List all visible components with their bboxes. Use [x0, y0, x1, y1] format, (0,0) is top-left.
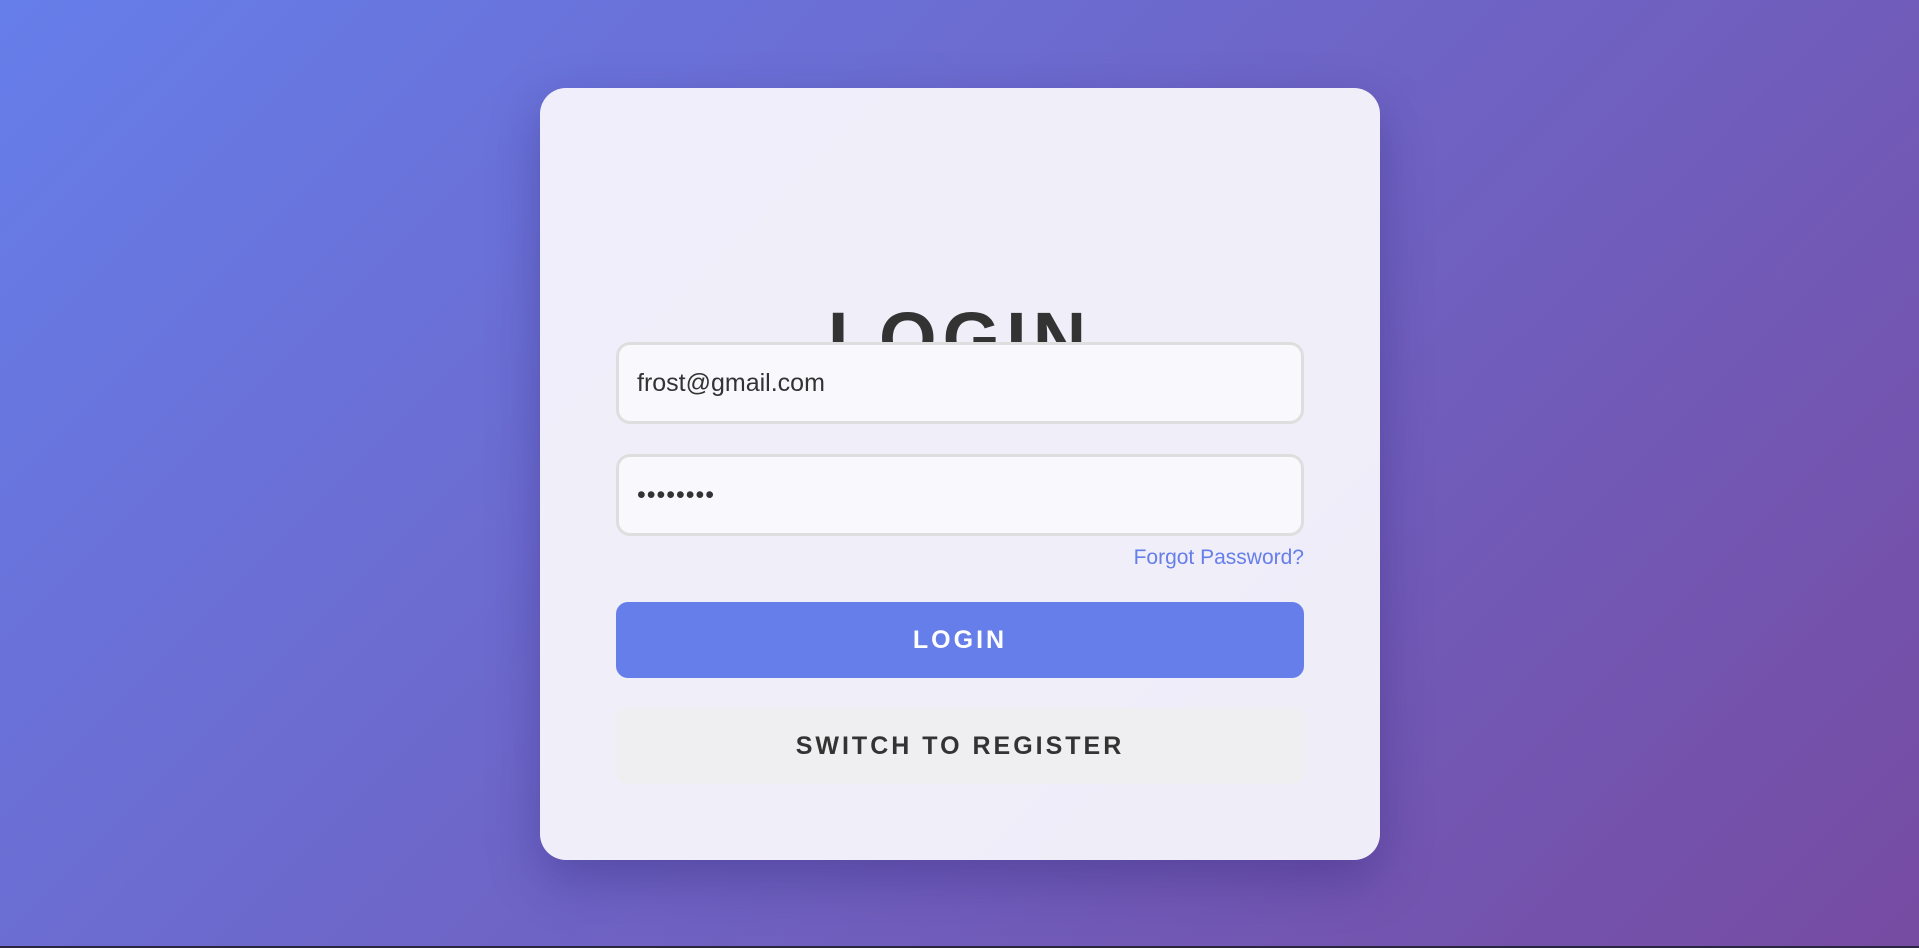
- login-card: LOGIN frost@gmail.com •••••••• Forgot Pa…: [540, 88, 1380, 860]
- password-field-value: ••••••••: [637, 480, 716, 509]
- switch-to-register-button[interactable]: SWITCH TO REGISTER: [616, 708, 1304, 784]
- email-field-value: frost@gmail.com: [637, 368, 825, 397]
- password-field[interactable]: ••••••••: [616, 454, 1304, 536]
- email-field[interactable]: frost@gmail.com: [616, 342, 1304, 424]
- forgot-password-link[interactable]: Forgot Password?: [1134, 546, 1304, 570]
- login-button[interactable]: LOGIN: [616, 602, 1304, 678]
